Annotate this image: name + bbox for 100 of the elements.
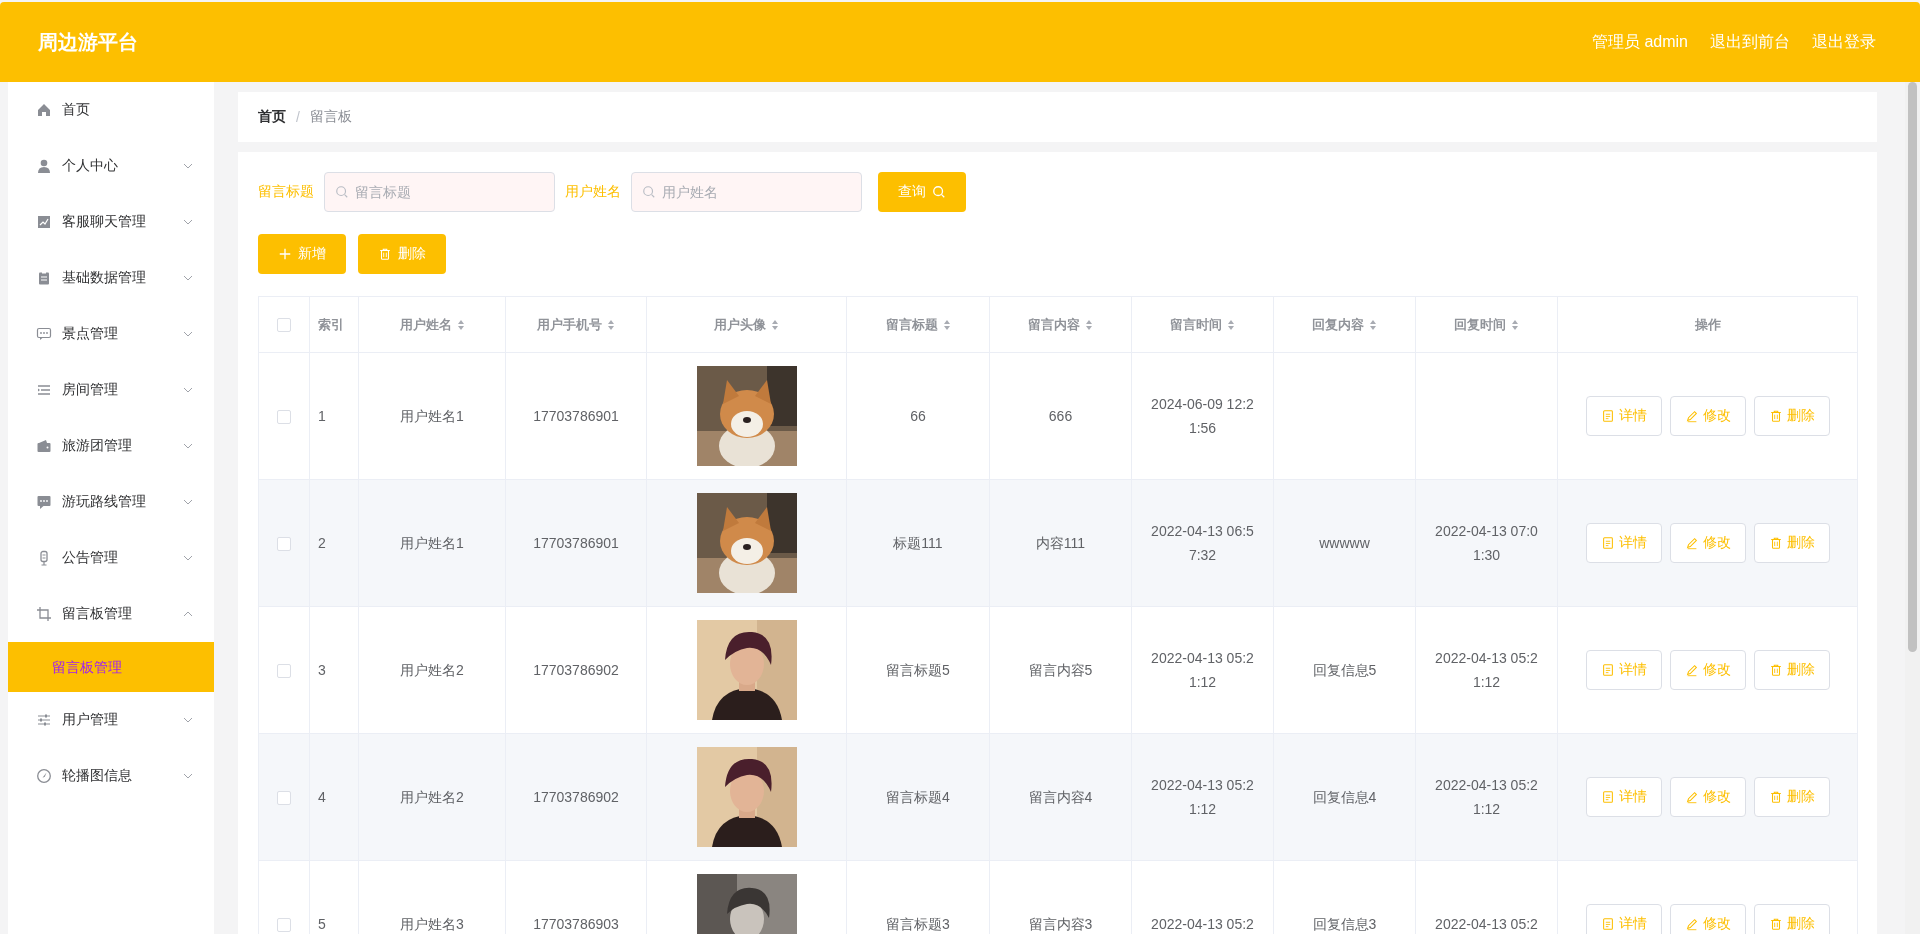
add-button[interactable]: 新增 xyxy=(258,234,346,274)
row-checkbox[interactable] xyxy=(277,537,291,552)
edit-button[interactable]: 修改 xyxy=(1669,650,1746,690)
table-cell-text: 4 xyxy=(318,788,326,807)
table-cell-text: 2022-04-13 06:57:32 xyxy=(1150,522,1255,565)
sort-icon[interactable] xyxy=(1511,318,1519,331)
list-icon xyxy=(36,382,52,398)
table-cell-text: 66 xyxy=(910,407,926,426)
user-icon xyxy=(36,158,52,174)
search-field[interactable]: 留言标题 xyxy=(324,172,555,212)
menu-item[interactable]: 房间管理 xyxy=(8,362,214,418)
delete-button[interactable]: 删除 xyxy=(1753,396,1830,436)
edit-button[interactable]: 修改 xyxy=(1669,777,1746,817)
menu-item[interactable]: 基础数据管理 xyxy=(8,250,214,306)
table-cell-text: 17703786902 xyxy=(533,788,619,807)
menu-item[interactable]: 用户管理 xyxy=(8,692,214,748)
detail-button[interactable]: 详情 xyxy=(1585,396,1662,436)
table-cell-text: 内容111 xyxy=(1035,534,1086,553)
table-cell-text: 17703786901 xyxy=(533,534,619,553)
column-header[interactable]: 回复时间 xyxy=(1454,315,1519,334)
breadcrumb-separator: / xyxy=(296,109,300,125)
submenu-item[interactable]: 留言板管理 xyxy=(8,642,214,692)
menu-item[interactable]: 客服聊天管理 xyxy=(8,194,214,250)
column-header[interactable]: 用户姓名 xyxy=(399,315,465,334)
trash-icon xyxy=(1768,917,1783,931)
query-button[interactable]: 查询 xyxy=(878,172,966,212)
table-cell-text: 17703786901 xyxy=(533,407,619,426)
scrollbar[interactable] xyxy=(1905,82,1920,934)
table-cell-text: 666 xyxy=(1048,407,1073,426)
trash-icon xyxy=(1768,663,1783,677)
sort-icon[interactable] xyxy=(771,318,779,331)
detail-button[interactable]: 详情 xyxy=(1585,650,1662,690)
column-header[interactable]: 回复内容 xyxy=(1312,315,1377,334)
sort-icon[interactable] xyxy=(1227,318,1235,331)
sort-icon[interactable] xyxy=(1085,318,1093,331)
table-cell-text: 2022-04-13 07:01:30 xyxy=(1434,522,1539,565)
menu-item[interactable]: 景点管理 xyxy=(8,306,214,362)
detail-button[interactable]: 详情 xyxy=(1585,904,1662,934)
pencil-icon xyxy=(1684,409,1699,423)
sort-icon[interactable] xyxy=(456,318,465,331)
delete-button[interactable]: 删除 xyxy=(358,234,446,274)
menu-item[interactable]: 旅游团管理 xyxy=(8,418,214,474)
edit-button[interactable]: 修改 xyxy=(1669,396,1746,436)
detail-button[interactable]: 详情 xyxy=(1585,777,1662,817)
chart-icon xyxy=(36,214,52,230)
detail-button[interactable]: 详情 xyxy=(1585,523,1662,563)
trash-icon xyxy=(1768,790,1783,804)
home-icon xyxy=(36,102,52,118)
table-cell-text: 2022-04-13 05:21:12 xyxy=(1434,776,1539,819)
table-cell-text: 17703786902 xyxy=(533,661,619,680)
breadcrumb-item[interactable]: 首页 xyxy=(258,108,286,126)
crop-icon xyxy=(36,606,52,622)
edit-button[interactable]: 修改 xyxy=(1669,523,1746,563)
document-icon xyxy=(1600,536,1615,550)
row-checkbox[interactable] xyxy=(277,410,291,425)
row-checkbox[interactable] xyxy=(277,918,291,933)
wallet-icon xyxy=(36,438,52,454)
chat-bubble-icon xyxy=(36,326,52,342)
table-cell-text: 回复信息3 xyxy=(1312,915,1377,934)
header-link[interactable]: 退出到前台 xyxy=(1710,31,1790,53)
table-cell-text: 5 xyxy=(318,915,326,934)
trash-icon xyxy=(378,247,392,261)
pencil-icon xyxy=(1684,663,1699,677)
column-header[interactable]: 留言时间 xyxy=(1170,315,1235,334)
header-link[interactable]: 管理员 admin xyxy=(1591,31,1688,53)
menu-item[interactable]: 留言板管理 xyxy=(8,586,214,642)
row-checkbox[interactable] xyxy=(277,791,291,806)
delete-button[interactable]: 删除 xyxy=(1753,904,1830,934)
table-cell-text: 留言标题5 xyxy=(886,661,950,680)
table-cell-text: 2022-04-13 05:2 xyxy=(1151,915,1254,934)
sort-icon[interactable] xyxy=(1369,318,1377,331)
menu-item[interactable]: 公告管理 xyxy=(8,530,214,586)
table-cell-text: 3 xyxy=(318,661,326,680)
header-link[interactable]: 退出登录 xyxy=(1812,31,1876,53)
row-checkbox[interactable] xyxy=(277,664,291,679)
menu-item[interactable]: 游玩路线管理 xyxy=(8,474,214,530)
sort-icon[interactable] xyxy=(607,318,615,331)
table-cell-text: 用户姓名3 xyxy=(400,915,464,934)
field-label: 留言标题 xyxy=(258,183,314,201)
document-icon xyxy=(1600,917,1615,931)
menu-item[interactable]: 首页 xyxy=(8,82,214,138)
table-cell-text: 留言标题3 xyxy=(886,915,950,934)
edit-button[interactable]: 修改 xyxy=(1669,904,1746,934)
column-header[interactable]: 留言内容 xyxy=(1028,315,1093,334)
sort-icon[interactable] xyxy=(942,318,951,331)
pencil-icon xyxy=(1684,917,1699,931)
delete-button[interactable]: 删除 xyxy=(1753,777,1830,817)
menu-item[interactable]: 个人中心 xyxy=(8,138,214,194)
table-cell-text: 留言标题4 xyxy=(886,788,950,807)
delete-button[interactable]: 删除 xyxy=(1753,650,1830,690)
column-header[interactable]: 留言标题 xyxy=(885,315,951,334)
document-icon xyxy=(1600,790,1615,804)
select-all-checkbox[interactable] xyxy=(277,318,291,333)
search-field[interactable]: 用户姓名 xyxy=(631,172,862,212)
column-header[interactable]: 用户手机号 xyxy=(537,315,615,334)
menu-item[interactable]: 轮播图信息 xyxy=(8,748,214,804)
column-header[interactable]: 用户头像 xyxy=(714,315,779,334)
table-cell-text: 留言内容3 xyxy=(1028,915,1093,934)
table-cell-text: 回复信息5 xyxy=(1312,661,1377,680)
delete-button[interactable]: 删除 xyxy=(1753,523,1830,563)
